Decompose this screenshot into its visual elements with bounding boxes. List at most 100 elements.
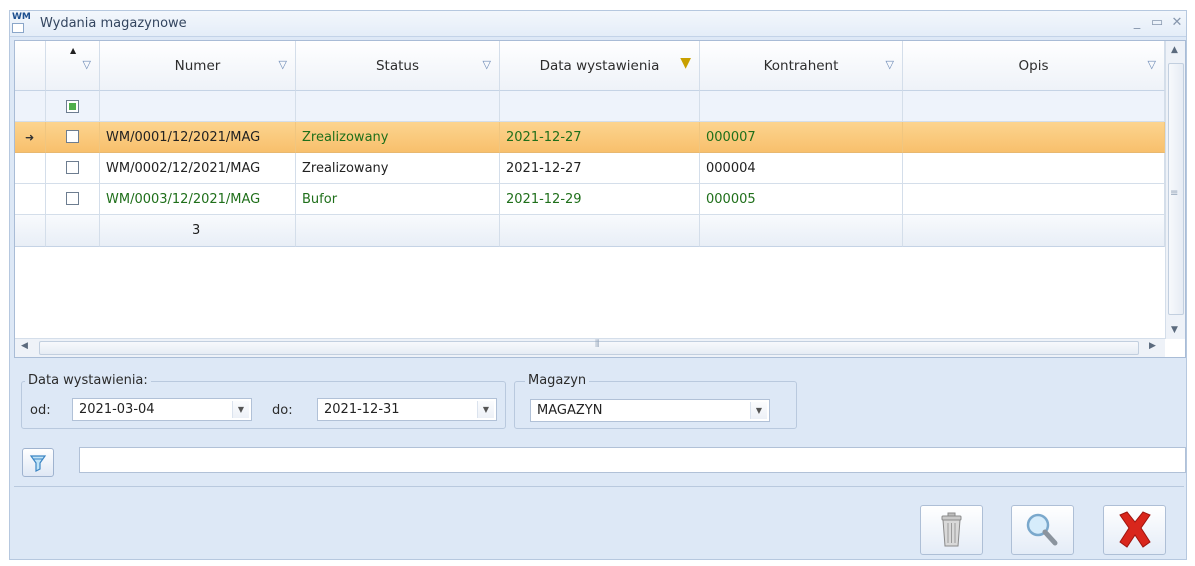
close-button[interactable] <box>1103 505 1166 555</box>
cell-opis[interactable] <box>903 184 1165 215</box>
filter-row <box>15 91 1165 122</box>
text-filter-input[interactable] <box>79 447 1186 473</box>
cell-data[interactable]: 2021-12-27 <box>500 153 700 184</box>
checkbox-column-header[interactable]: ▲ ▽ <box>46 41 100 91</box>
cell-status[interactable]: Zrealizowany <box>296 122 500 153</box>
from-label: od: <box>30 403 51 418</box>
row-checkbox-cell[interactable] <box>46 153 100 184</box>
scroll-left-icon[interactable]: ◀ <box>21 341 28 351</box>
red-x-icon <box>1119 511 1151 548</box>
cell-opis[interactable] <box>903 122 1165 153</box>
grid-header: ▲ ▽ Numer ▽ Status ▽ Data wystawienia ▼ Kon… <box>15 41 1165 91</box>
date-from-value: 2021-03-04 <box>79 402 155 417</box>
cell-numer[interactable]: WM/0001/12/2021/MAG <box>100 122 296 153</box>
scroll-right-icon[interactable]: ▶ <box>1149 341 1156 351</box>
row-checkbox[interactable] <box>66 192 79 205</box>
date-from-combo[interactable]: 2021-03-04 ▼ <box>72 398 252 421</box>
row-checkbox[interactable] <box>66 130 79 143</box>
active-filter-icon[interactable]: ▼ <box>680 56 691 70</box>
chevron-down-icon[interactable]: ▼ <box>750 402 767 419</box>
close-window-button[interactable]: ✕ <box>1170 16 1184 30</box>
grip-icon: ≡ <box>1170 188 1179 199</box>
warehouse-label: Magazyn <box>525 373 590 388</box>
column-header-numer[interactable]: Numer ▽ <box>100 41 296 91</box>
date-filter-label: Data wystawienia: <box>25 373 151 388</box>
date-to-combo[interactable]: 2021-12-31 ▼ <box>317 398 497 421</box>
filter-row-indicator <box>15 91 46 122</box>
cell-kontrahent[interactable]: 000005 <box>700 184 903 215</box>
column-header-status[interactable]: Status ▽ <box>296 41 500 91</box>
scroll-corner <box>1165 339 1185 357</box>
trash-icon <box>941 512 962 547</box>
filter-icon[interactable]: ▽ <box>1148 59 1156 71</box>
warehouse-value: MAGAZYN <box>537 403 603 418</box>
column-header-data-wystawienia[interactable]: Data wystawienia ▼ <box>500 41 700 91</box>
filter-icon[interactable]: ▽ <box>279 59 287 71</box>
chevron-down-icon[interactable]: ▼ <box>477 401 494 418</box>
vertical-scrollbar[interactable]: ▲ ≡ ▼ <box>1165 41 1185 341</box>
cell-numer[interactable]: WM/0002/12/2021/MAG <box>100 153 296 184</box>
filter-icon[interactable]: ▽ <box>886 59 894 71</box>
cell-opis[interactable] <box>903 153 1165 184</box>
preview-button[interactable] <box>1011 505 1074 555</box>
scroll-up-icon[interactable]: ▲ <box>1171 45 1178 55</box>
scroll-down-icon[interactable]: ▼ <box>1171 325 1178 335</box>
horizontal-scroll-thumb[interactable] <box>39 341 1139 355</box>
summary-indicator <box>15 215 46 247</box>
documents-grid: ▲ ▽ Numer ▽ Status ▽ Data wystawienia ▼ Kon… <box>14 40 1186 358</box>
summary-row: 3 <box>15 215 1165 247</box>
cell-kontrahent[interactable]: 000007 <box>700 122 903 153</box>
select-all-checkbox[interactable] <box>66 100 79 113</box>
horizontal-scrollbar[interactable]: ◀ ⦀ ▶ <box>15 338 1165 357</box>
filter-cell-numer[interactable] <box>100 91 296 122</box>
column-header-kontrahent[interactable]: Kontrahent ▽ <box>700 41 903 91</box>
minimize-button[interactable]: _ <box>1130 16 1144 30</box>
row-checkbox-cell[interactable] <box>46 184 100 215</box>
window: WM Wydania magazynowe _ ▭ ✕ ▲ ▽ Numer ▽ S… <box>9 10 1187 560</box>
magnifier-icon <box>1026 513 1058 546</box>
title-bar: WM Wydania magazynowe _ ▭ ✕ <box>10 11 1186 37</box>
row-pointer-icon: ➜ <box>25 131 35 144</box>
filter-cell-data[interactable] <box>500 91 700 122</box>
row-indicator-header <box>15 41 46 91</box>
warehouse-combo[interactable]: MAGAZYN ▼ <box>530 399 770 422</box>
row-indicator <box>15 184 46 215</box>
filter-cell-opis[interactable] <box>903 91 1165 122</box>
filter-icon <box>29 455 47 472</box>
row-indicator <box>15 153 46 184</box>
filter-cell-status[interactable] <box>296 91 500 122</box>
filter-cell-kontrahent[interactable] <box>700 91 903 122</box>
summary-data <box>500 215 700 247</box>
maximize-button[interactable]: ▭ <box>1150 16 1164 30</box>
cell-status[interactable]: Bufor <box>296 184 500 215</box>
column-header-opis[interactable]: Opis ▽ <box>903 41 1165 91</box>
cell-data[interactable]: 2021-12-29 <box>500 184 700 215</box>
sort-ascending-icon: ▲ <box>70 46 77 55</box>
chevron-down-icon[interactable]: ▼ <box>232 401 249 418</box>
filter-icon[interactable]: ▽ <box>483 59 491 71</box>
cell-numer[interactable]: WM/0003/12/2021/MAG <box>100 184 296 215</box>
delete-button[interactable] <box>920 505 983 555</box>
table-row[interactable]: WM/0003/12/2021/MAG Bufor 2021-12-29 000… <box>15 184 1165 215</box>
summary-checkbox-cell <box>46 215 100 247</box>
summary-kontrahent <box>700 215 903 247</box>
row-checkbox[interactable] <box>66 161 79 174</box>
grip-icon: ⦀ <box>595 339 600 350</box>
divider <box>14 486 1184 487</box>
table-row[interactable]: ➜ WM/0001/12/2021/MAG Zrealizowany 2021-… <box>15 122 1165 153</box>
cell-status[interactable]: Zrealizowany <box>296 153 500 184</box>
filter-icon[interactable]: ▽ <box>83 59 91 71</box>
row-indicator: ➜ <box>15 122 46 153</box>
summary-opis <box>903 215 1165 247</box>
table-row[interactable]: WM/0002/12/2021/MAG Zrealizowany 2021-12… <box>15 153 1165 184</box>
date-to-value: 2021-12-31 <box>324 402 400 417</box>
summary-status <box>296 215 500 247</box>
window-title: Wydania magazynowe <box>40 16 187 31</box>
cell-kontrahent[interactable]: 000004 <box>700 153 903 184</box>
select-all-checkbox-cell[interactable] <box>46 91 100 122</box>
app-icon: WM <box>12 12 31 33</box>
cell-data[interactable]: 2021-12-27 <box>500 122 700 153</box>
row-checkbox-cell[interactable] <box>46 122 100 153</box>
filter-button[interactable] <box>22 448 54 477</box>
to-label: do: <box>272 403 293 418</box>
